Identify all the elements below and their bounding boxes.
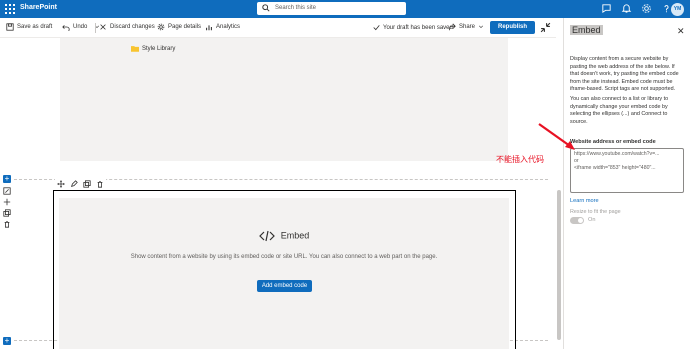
notifications-icon[interactable] [621,3,632,14]
close-icon[interactable]: ✕ [677,26,685,37]
embed-description: Show content from a website by using its… [130,254,438,260]
discard-label: Discard changes [110,24,155,30]
share-label: Share [459,24,476,30]
embed-code-field[interactable]: https://www.youtube.com/watch?v=... or <… [570,148,684,193]
page-details-label: Page details [168,24,202,30]
analytics-icon [206,25,212,31]
republish-button[interactable]: Republish [490,21,535,34]
gear-icon[interactable] [641,3,652,14]
scrollbar-thumb[interactable] [557,190,561,340]
embed-placeholder: Embed Show content from a website by usi… [59,198,509,349]
undo-icon [62,25,70,31]
toggle-state: On [588,217,596,223]
checkmark-icon [373,25,380,31]
move-icon[interactable] [57,180,65,188]
collapse-icon[interactable] [540,22,551,33]
add-embed-code-button[interactable]: Add embed code [257,280,312,292]
command-bar: Save as draft Undo Discard changes Page … [0,18,556,38]
edit-section-icon[interactable] [3,187,11,195]
page-details-button[interactable]: Page details [157,23,201,31]
section-background [60,38,508,161]
chevron-down-icon [479,25,484,29]
search-box[interactable]: Search this site [257,2,406,15]
avatar[interactable]: YM [671,3,684,16]
undo-label: Undo [73,24,88,30]
draft-status: Your draft has been saved [373,24,453,31]
draft-status-text: Your draft has been saved [383,24,453,31]
app-name[interactable]: SharePoint [20,4,57,11]
resize-toggle[interactable] [570,217,584,224]
embed-title-text: Embed [280,230,310,241]
move-icon[interactable] [3,198,11,206]
pane-title: Embed [570,25,603,35]
learn-more-link[interactable]: Learn more [570,198,599,204]
edit-icon[interactable] [70,180,78,188]
annotation-arrow-icon [538,123,575,150]
pane-description-connect: You can also connect to a list or librar… [570,96,669,125]
analytics-label: Analytics [216,24,241,30]
search-icon [262,4,270,12]
pane-description: Display content from a secure website by… [570,56,679,93]
analytics-button[interactable]: Analytics [205,23,240,31]
code-icon [258,230,275,242]
share-icon [449,23,456,31]
duplicate-icon[interactable] [3,209,11,217]
delete-icon[interactable] [96,180,104,188]
embed-placeholder-title: Embed [59,230,509,242]
resize-label: Resize to fit the page [570,209,621,215]
save-icon [6,23,14,31]
delete-icon[interactable] [3,220,11,228]
style-library-label: Style Library [142,45,176,52]
duplicate-icon[interactable] [83,180,91,188]
discard-button[interactable]: Discard changes [99,23,155,31]
share-button[interactable]: Share [448,23,484,31]
style-library-link[interactable]: Style Library [131,45,175,52]
discard-icon [100,24,106,30]
webpart-toolbar [55,179,106,189]
annotation-text: 不能插入代码 [496,155,544,164]
search-placeholder: Search this site [275,5,317,11]
save-draft-label: Save as draft [17,24,53,30]
suite-bar: SharePoint Search this site YM [0,0,690,18]
property-pane: Embed ✕ Display content from a secure we… [563,18,690,349]
add-section-button[interactable]: + [3,175,11,183]
folder-icon [131,46,139,52]
embed-field-label: Website address or embed code [570,139,656,145]
section-toolbar [3,187,11,228]
add-section-button[interactable]: + [3,337,11,345]
app-launcher-icon[interactable] [4,3,16,15]
chat-icon[interactable] [601,3,612,14]
save-draft-button[interactable]: Save as draft [6,23,52,31]
gear-icon [157,23,165,31]
